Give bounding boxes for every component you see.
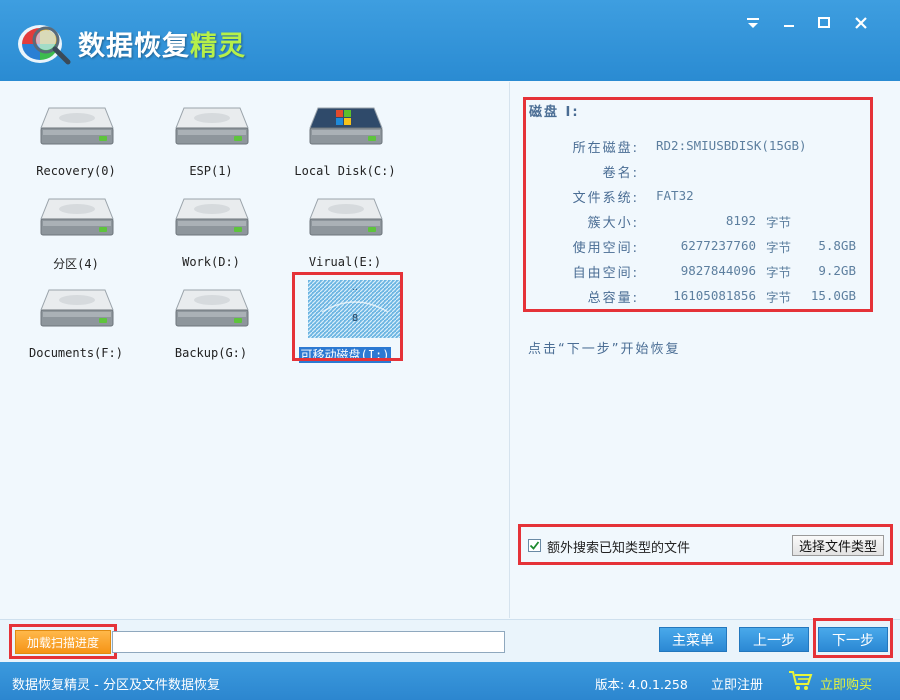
extra-search-checkbox[interactable] xyxy=(528,539,541,552)
hard-drive-icon xyxy=(175,107,249,145)
previous-step-button[interactable]: 上一步 xyxy=(739,627,809,652)
used-row-label: 使用空间: xyxy=(572,241,639,256)
drive-item[interactable]: Virual(E:) xyxy=(290,185,400,269)
hard-drive-icon xyxy=(40,289,114,327)
free-row-value: 9827844096 xyxy=(680,263,756,278)
drive-item[interactable]: Recovery(0) xyxy=(21,94,131,178)
fs-row-label: 文件系统: xyxy=(572,191,639,206)
buy-link[interactable]: 立即购买 xyxy=(820,674,872,693)
volume-row-label: 卷名: xyxy=(602,166,639,181)
extra-search-label[interactable]: 额外搜索已知类型的文件 xyxy=(547,537,690,556)
disk-row-value: RD2:SMIUSBDISK(15GB) xyxy=(656,138,807,153)
total-row-unit: 字节 xyxy=(766,290,792,305)
drive-item[interactable]: 分区(4) xyxy=(21,185,131,271)
close-icon[interactable] xyxy=(848,10,874,36)
svg-text:..: .. xyxy=(352,283,357,292)
drive-item[interactable]: 8.. 可移动磁盘(I:) xyxy=(290,276,402,363)
register-link[interactable]: 立即注册 xyxy=(711,674,763,693)
drive-label: 分区(4) xyxy=(53,257,99,271)
hard-drive-icon xyxy=(175,198,249,236)
menu-icon[interactable] xyxy=(740,10,766,36)
next-step-button[interactable]: 下一步 xyxy=(818,627,888,652)
maximize-icon[interactable] xyxy=(811,10,837,36)
version-label: 版本: 4.0.1.258 xyxy=(595,677,688,692)
minimize-icon[interactable] xyxy=(776,10,802,36)
drive-label: Recovery(0) xyxy=(36,164,116,178)
windows-drive-icon xyxy=(309,107,383,145)
status-text: 数据恢复精灵 - 分区及文件数据恢复 xyxy=(12,678,220,693)
cluster-row-value: 8192 xyxy=(725,213,756,228)
hard-drive-icon xyxy=(40,198,114,236)
check-icon xyxy=(529,541,540,550)
select-file-type-button[interactable]: 选择文件类型 xyxy=(792,535,884,556)
svg-text:8: 8 xyxy=(352,313,358,324)
drive-item[interactable]: Documents(F:) xyxy=(21,276,131,360)
shopping-cart-icon[interactable] xyxy=(787,669,813,693)
cluster-row-unit: 字节 xyxy=(766,215,792,230)
main-menu-button[interactable]: 主菜单 xyxy=(659,627,727,652)
disk-row-label: 所在磁盘: xyxy=(572,141,639,156)
status-bar: 数据恢复精灵 - 分区及文件数据恢复 版本: 4.0.1.258 立即注册 立即… xyxy=(0,662,900,700)
drive-label: Work(D:) xyxy=(182,255,240,269)
scan-progress-field[interactable] xyxy=(112,631,505,653)
drive-label: Backup(G:) xyxy=(174,346,248,360)
removable-drive-icon: 8.. xyxy=(308,280,402,338)
total-row-value: 16105081856 xyxy=(673,288,756,303)
drive-label: Virual(E:) xyxy=(308,255,382,269)
drive-label: 可移动磁盘(I:) xyxy=(298,347,392,363)
hard-drive-icon xyxy=(40,107,114,145)
used-row-size: 5.8GB xyxy=(818,238,856,253)
free-row-label: 自由空间: xyxy=(572,266,639,281)
drive-label: Local Disk(C:) xyxy=(294,164,396,178)
hard-drive-icon xyxy=(309,198,383,236)
app-logo-icon xyxy=(18,25,71,65)
hint-text: 点击“下一步”开始恢复 xyxy=(528,342,681,357)
title-bar: 数据恢复精灵 xyxy=(0,0,900,81)
drive-label: Documents(F:) xyxy=(29,346,123,360)
free-row-unit: 字节 xyxy=(766,265,792,280)
drive-item[interactable]: Backup(G:) xyxy=(156,276,266,360)
load-scan-progress-button[interactable]: 加载扫描进度 xyxy=(15,630,111,654)
fs-row-value: FAT32 xyxy=(656,188,694,203)
hard-drive-icon xyxy=(175,289,249,327)
drive-item[interactable]: Work(D:) xyxy=(156,185,266,269)
disk-info-title: 磁盘 I: xyxy=(529,105,580,120)
free-row-size: 9.2GB xyxy=(818,263,856,278)
used-row-unit: 字节 xyxy=(766,240,792,255)
drive-item[interactable]: Local Disk(C:) xyxy=(290,94,400,178)
used-row-value: 6277237760 xyxy=(680,238,756,253)
total-row-label: 总容量: xyxy=(587,291,639,306)
total-row-size: 15.0GB xyxy=(810,288,856,303)
app-title: 数据恢复精灵 xyxy=(78,31,246,62)
cluster-row-label: 簇大小: xyxy=(587,216,639,231)
drive-item[interactable]: ESP(1) xyxy=(156,94,266,178)
drive-label: ESP(1) xyxy=(189,164,233,178)
